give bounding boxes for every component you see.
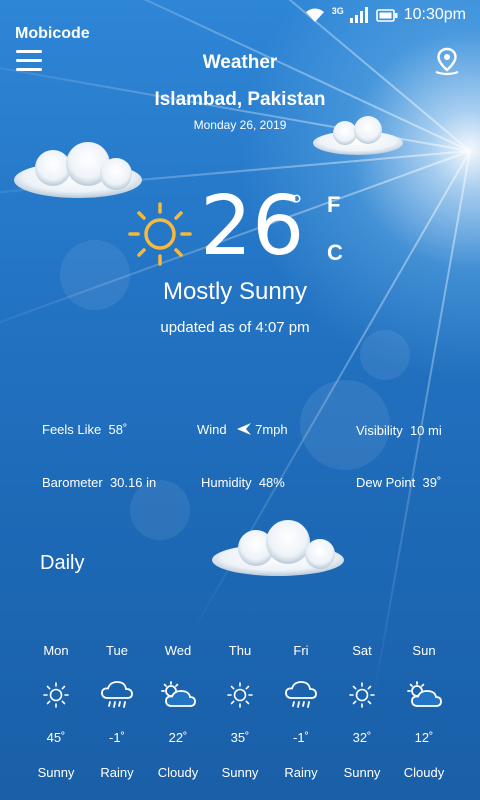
wifi-icon [305, 8, 324, 22]
day-forecast: Wed 22˚ Cloudy [148, 643, 208, 780]
dew-point-label: Dew Point [356, 475, 416, 490]
location-city: Islambad, Pakistan [154, 89, 326, 110]
visibility-label: Visibility [356, 423, 403, 438]
day-name: Wed [164, 643, 192, 658]
day-name: Sun [412, 643, 436, 658]
dew-point-value: 39˚ [422, 475, 442, 490]
wind: Wind 7mph [197, 422, 288, 437]
dew-point: Dew Point 39˚ [356, 475, 441, 490]
barometer-value: 30.16 in [109, 475, 157, 490]
sun-icon [210, 678, 270, 712]
day-temperature: 45˚ [46, 730, 66, 745]
day-forecast: Fri -1˚ Rainy [271, 643, 331, 780]
rain-icon [271, 678, 331, 712]
network-type: 3G [331, 6, 344, 16]
humidity-label: Humidity [201, 475, 252, 490]
day-temperature: 32˚ [352, 730, 372, 745]
day-condition: Sunny [343, 765, 381, 780]
day-forecast: Mon 45˚ Sunny [26, 643, 86, 780]
current-temperature: 26 [200, 179, 305, 274]
feels-like-value: 58˚ [108, 422, 128, 437]
battery-icon [375, 8, 398, 22]
day-condition: Sunny [37, 765, 75, 780]
day-temperature: 35˚ [230, 730, 250, 745]
day-name: Fri [293, 643, 309, 658]
updated-time: updated as of 4:07 pm [160, 319, 310, 336]
day-condition: Cloudy [403, 765, 445, 780]
wind-direction-icon [237, 423, 252, 435]
day-temperature: 12˚ [414, 730, 434, 745]
wind-label: Wind [197, 422, 227, 437]
visibility-value: 10 mi [409, 423, 442, 438]
barometer: Barometer 30.16 in [42, 475, 156, 490]
day-name: Sat [352, 643, 372, 658]
status-time: 10:30pm [403, 6, 466, 23]
day-name: Thu [228, 643, 252, 658]
day-temperature: -1˚ [293, 730, 309, 745]
day-temperature: -1˚ [109, 730, 125, 745]
day-forecast: Tue -1˚ Rainy [87, 643, 147, 780]
sun-icon [332, 678, 392, 712]
feels-like-label: Feels Like [42, 422, 102, 437]
barometer-label: Barometer [42, 475, 103, 490]
location-date: Monday 26, 2019 [193, 118, 287, 132]
signal-icon [349, 7, 368, 23]
visibility: Visibility 10 mi [356, 423, 442, 438]
wind-value: 7mph [255, 422, 288, 437]
day-condition: Sunny [221, 765, 259, 780]
cloud-decoration [212, 520, 344, 576]
location-pin-icon[interactable] [432, 46, 462, 81]
humidity: Humidity 48% [201, 475, 285, 490]
unit-fahrenheit-toggle[interactable]: F [327, 192, 340, 218]
cloudy-icon [394, 678, 454, 712]
day-condition: Cloudy [157, 765, 199, 780]
sun-icon [128, 202, 192, 266]
day-forecast: Sat 32˚ Sunny [332, 643, 392, 780]
unit-celsius-toggle[interactable]: C [327, 240, 343, 266]
cloud-decoration [313, 116, 403, 155]
day-temperature: 22˚ [168, 730, 188, 745]
degree-symbol: ° [291, 189, 303, 220]
sun-icon [26, 678, 86, 712]
cloud-decoration [14, 142, 142, 198]
feels-like: Feels Like 58˚ [42, 422, 127, 437]
day-forecast: Sun 12˚ Cloudy [394, 643, 454, 780]
cloudy-icon [148, 678, 208, 712]
status-bar: 3G 10:30pm [304, 6, 466, 24]
day-name: Mon [43, 643, 69, 658]
brand-name: Mobicode [15, 25, 90, 42]
day-forecast: Thu 35˚ Sunny [210, 643, 270, 780]
day-condition: Rainy [100, 765, 134, 780]
humidity-value: 48% [258, 475, 285, 490]
page-title: Weather [202, 52, 278, 73]
rain-icon [87, 678, 147, 712]
current-condition: Mostly Sunny [162, 278, 308, 305]
day-name: Tue [106, 643, 128, 658]
daily-title: Daily [40, 552, 85, 574]
day-condition: Rainy [284, 765, 318, 780]
